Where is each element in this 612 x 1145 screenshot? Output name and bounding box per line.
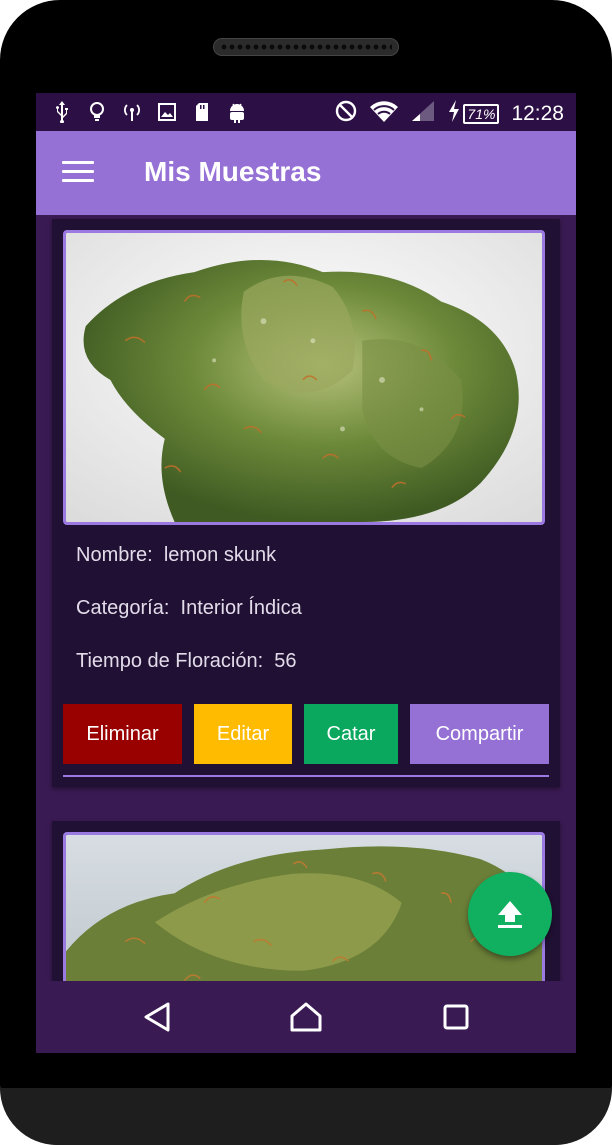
screen: 71% 12:28 Mis Muestras Nombre: lemon sku… xyxy=(36,93,576,1053)
field-name-label: Nombre: xyxy=(76,544,153,566)
back-icon[interactable] xyxy=(139,999,175,1035)
field-category-label: Categoría: xyxy=(76,597,170,619)
wifi-icon xyxy=(369,99,399,128)
status-clock: 12:28 xyxy=(511,101,564,125)
upload-icon xyxy=(498,901,522,928)
home-icon[interactable] xyxy=(288,999,324,1035)
hamburger-menu-icon[interactable] xyxy=(62,161,94,185)
signal-icon xyxy=(411,100,435,127)
do-not-disturb-icon xyxy=(335,100,357,127)
delete-button[interactable]: Eliminar xyxy=(63,704,182,764)
android-icon xyxy=(227,100,247,124)
upload-fab[interactable] xyxy=(468,872,552,956)
field-flowering-time-label: Tiempo de Floración: xyxy=(76,650,264,672)
field-flowering-time: Tiempo de Floración: 56 xyxy=(76,650,297,673)
charging-icon xyxy=(447,100,461,127)
taste-button[interactable]: Catar xyxy=(304,704,398,764)
battery-indicator: 71% xyxy=(463,103,500,124)
recent-apps-icon[interactable] xyxy=(438,999,474,1035)
field-flowering-time-value: 56 xyxy=(274,650,297,672)
phone-frame: 71% 12:28 Mis Muestras Nombre: lemon sku… xyxy=(0,0,612,1145)
hotspot-icon xyxy=(122,100,142,124)
navigation-bar xyxy=(36,981,576,1053)
field-name-value: lemon skunk xyxy=(163,544,277,566)
phone-chin xyxy=(0,1088,612,1145)
lightbulb-icon xyxy=(87,100,107,124)
share-button[interactable]: Compartir xyxy=(410,704,549,764)
field-category-value: Interior Índica xyxy=(180,597,302,619)
app-bar: Mis Muestras xyxy=(36,131,576,215)
status-bar: 71% 12:28 xyxy=(36,93,576,131)
edit-button[interactable]: Editar xyxy=(194,704,292,764)
sample-photo[interactable] xyxy=(63,230,545,525)
usb-icon xyxy=(52,100,72,124)
field-name: Nombre: lemon skunk xyxy=(76,544,276,567)
samples-list[interactable]: Nombre: lemon skunk Categoría: Interior … xyxy=(36,215,576,981)
speaker-grille xyxy=(213,38,399,56)
page-title: Mis Muestras xyxy=(144,156,322,187)
image-icon xyxy=(157,100,177,124)
sd-card-icon xyxy=(192,100,212,124)
field-category: Categoría: Interior Índica xyxy=(76,597,302,620)
card-divider xyxy=(63,775,549,777)
sample-card: Nombre: lemon skunk Categoría: Interior … xyxy=(52,219,560,787)
